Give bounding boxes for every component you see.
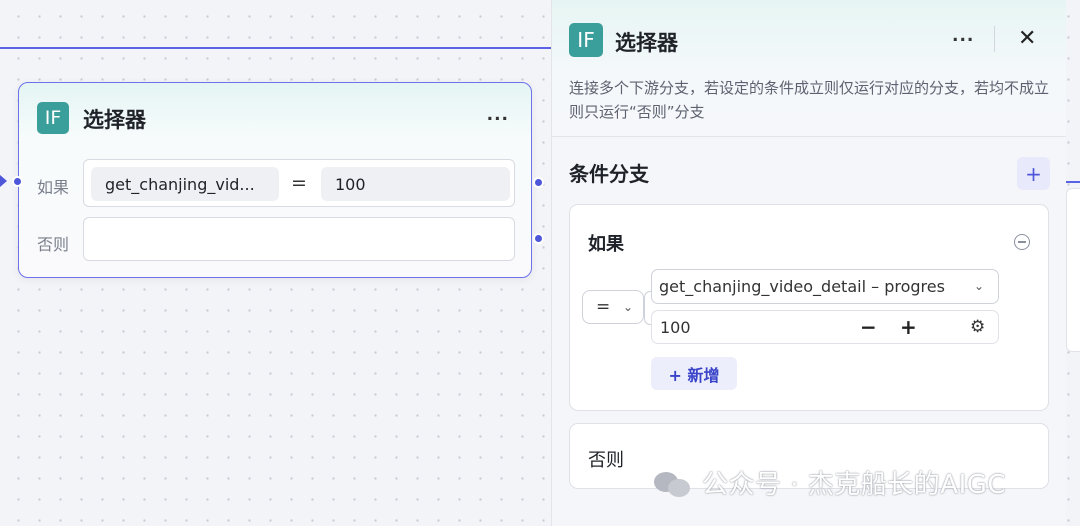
panel-description: 连接多个下游分支，若设定的条件成立则仅运行对应的分支，若均不成立则只运行“否则”… — [569, 79, 1050, 121]
add-branch-button[interactable]: + — [1017, 157, 1050, 190]
watermark-text: 公众号 · 杰克船长的AIGC — [702, 470, 1007, 500]
panel-title: 选择器 — [615, 31, 678, 55]
remove-branch-icon[interactable] — [1014, 234, 1030, 250]
condition-operator: = — [291, 172, 307, 194]
watermark: 公众号 · 杰克船长的AIGC — [652, 464, 1006, 501]
selector-node[interactable]: IF 选择器 ... 如果 get_chanjing_vid... = 100 … — [18, 82, 532, 278]
input-port[interactable] — [12, 176, 23, 187]
header-divider — [994, 26, 995, 52]
wechat-logo-icon — [652, 468, 692, 498]
variable-select[interactable]: get_chanjing_video_detail – progres ⌄ — [651, 269, 999, 304]
node-more-icon[interactable]: ... — [487, 105, 509, 125]
incoming-arrow-icon — [0, 175, 7, 187]
selector-settings-panel: IF 选择器 ... ✕ 连接多个下游分支，若设定的条件成立则仅运行对应的分支，… — [551, 0, 1066, 526]
else-output-port[interactable] — [533, 233, 544, 244]
variable-select-value: get_chanjing_video_detail – progres — [659, 277, 945, 296]
if-node-icon: IF — [37, 102, 69, 134]
chevron-down-icon: ⌄ — [623, 300, 634, 314]
panel-more-icon[interactable]: ... — [952, 26, 974, 46]
add-condition-button[interactable]: + 新增 — [651, 357, 737, 390]
if-output-port[interactable] — [533, 177, 544, 188]
if-condition-box[interactable]: get_chanjing_vid... = 100 — [83, 159, 515, 207]
next-node-edge[interactable] — [1066, 188, 1080, 352]
gear-icon[interactable]: ⚙ — [970, 317, 985, 337]
condition-variable-chip: get_chanjing_vid... — [91, 167, 279, 201]
logic-operator-value: = — [596, 297, 611, 317]
else-row-label: 否则 — [37, 235, 70, 254]
canvas-edge-line — [0, 47, 552, 49]
section-title: 条件分支 — [569, 162, 649, 186]
if-branch-card: 如果 = ⌄ get_chanjing_video_detail – progr… — [569, 204, 1049, 411]
panel-header: IF 选择器 ... ✕ 连接多个下游分支，若设定的条件成立则仅运行对应的分支，… — [552, 0, 1066, 137]
logic-operator-select[interactable]: = ⌄ — [582, 290, 644, 324]
else-condition-box[interactable] — [83, 217, 515, 261]
node-title: 选择器 — [83, 108, 146, 132]
decrement-button[interactable]: − — [860, 315, 877, 339]
compare-value-input[interactable]: 100 − + ⚙ — [651, 310, 999, 344]
if-branch-title: 如果 — [588, 234, 624, 255]
chevron-down-icon: ⌄ — [974, 279, 985, 293]
compare-value: 100 — [660, 317, 691, 337]
if-row-label: 如果 — [37, 178, 70, 197]
else-branch-title: 否则 — [588, 450, 624, 471]
condition-value-chip: 100 — [321, 167, 510, 201]
increment-button[interactable]: + — [900, 315, 917, 339]
canvas-edge-line-right — [1066, 181, 1080, 183]
close-icon[interactable]: ✕ — [1018, 26, 1036, 51]
if-panel-icon: IF — [569, 23, 603, 57]
